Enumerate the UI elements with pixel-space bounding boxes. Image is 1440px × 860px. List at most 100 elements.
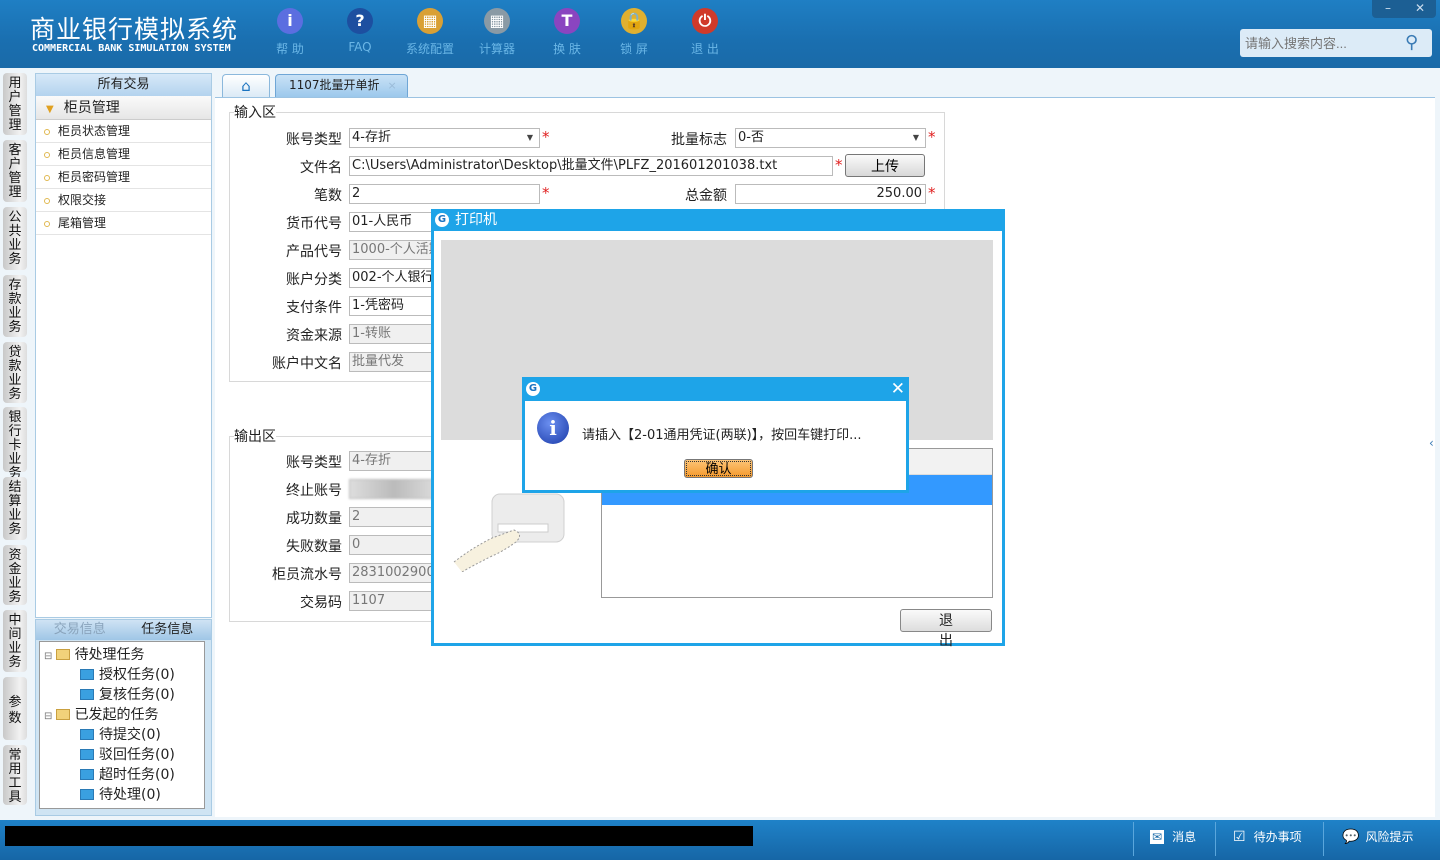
speech-bubble-icon: 💬 bbox=[1342, 829, 1360, 845]
todo-button[interactable]: ☑ 待办事项 bbox=[1233, 828, 1302, 845]
count-input[interactable]: 2 bbox=[349, 184, 540, 204]
collapse-icon[interactable]: ⊟ bbox=[44, 651, 56, 662]
side-tab-9[interactable]: 参数 bbox=[3, 677, 27, 740]
side-tab-10[interactable]: 常用工具 bbox=[3, 745, 27, 805]
group-teller-mgmt[interactable]: ▼ 柜员管理 bbox=[36, 96, 211, 120]
side-tab-0[interactable]: 用户管理 bbox=[3, 73, 27, 135]
field-label: 账户中文名 bbox=[272, 356, 342, 372]
tree-item[interactable]: 授权任务(0) bbox=[80, 664, 175, 684]
side-tab-4[interactable]: 贷款业务 bbox=[3, 342, 27, 403]
close-button[interactable]: ✕ bbox=[1404, 0, 1436, 18]
search-icon[interactable]: ⚲ bbox=[1405, 32, 1418, 53]
minimize-button[interactable]: – bbox=[1372, 0, 1404, 18]
toolbar-shirt-button[interactable]: T 换 肤 bbox=[537, 8, 597, 57]
tab-home[interactable]: ⌂ bbox=[222, 74, 270, 97]
tab-transaction-info[interactable]: 交易信息 bbox=[36, 620, 124, 640]
output-field[interactable]: 1107 bbox=[349, 591, 439, 611]
dropdown-arrow-icon[interactable]: ▼ bbox=[913, 129, 919, 147]
tree-item[interactable]: 驳回任务(0) bbox=[80, 744, 175, 764]
tree-item-label: 驳回任务(0) bbox=[99, 747, 175, 763]
info-icon: i bbox=[537, 412, 569, 444]
menu-item[interactable]: 柜员密码管理 bbox=[36, 166, 211, 189]
status-message-area bbox=[5, 826, 753, 846]
field-value: 批量代发 bbox=[352, 354, 405, 369]
search-input[interactable] bbox=[1240, 29, 1432, 57]
batch-flag-select[interactable]: 0-否 ▼ bbox=[735, 128, 926, 148]
expand-arrow-icon[interactable]: ‹ bbox=[1429, 436, 1434, 450]
side-tab-3[interactable]: 存款业务 bbox=[3, 275, 27, 337]
account-name-input[interactable]: 批量代发 bbox=[349, 352, 439, 372]
alert-title-bar: G ✕ bbox=[522, 377, 909, 401]
menu-item[interactable]: 柜员状态管理 bbox=[36, 120, 211, 143]
power-icon: ⏻ bbox=[692, 8, 718, 34]
tab-batch-open[interactable]: 1107批量开单折 × bbox=[275, 74, 408, 97]
side-tab-8[interactable]: 中间业务 bbox=[3, 610, 27, 672]
toolbar-lock-button[interactable]: 🔒 锁 屏 bbox=[604, 8, 664, 57]
menu-item[interactable]: 尾箱管理 bbox=[36, 212, 211, 235]
dropdown-arrow-icon[interactable]: ▼ bbox=[527, 129, 533, 147]
field-label: 终止账号 bbox=[286, 483, 342, 499]
side-tab-6[interactable]: 结算业务 bbox=[3, 477, 27, 540]
tree-item[interactable]: 复核任务(0) bbox=[80, 684, 175, 704]
tree-item[interactable]: 待提交(0) bbox=[80, 724, 161, 744]
home-icon: ⌂ bbox=[241, 77, 251, 95]
field-label: 笔数 bbox=[314, 188, 342, 204]
app-logo-icon: G bbox=[526, 382, 540, 396]
field-value: 4-存折 bbox=[352, 130, 391, 145]
toolbar-label: 换 肤 bbox=[553, 42, 581, 56]
required-marker: * bbox=[928, 128, 936, 146]
file-name-input[interactable]: C:\Users\Administrator\Desktop\批量文件\PLFZ… bbox=[349, 156, 833, 176]
account-class-select[interactable]: 002-个人银行 bbox=[349, 268, 439, 288]
tree-item[interactable]: 待处理(0) bbox=[80, 784, 161, 804]
tab-task-info[interactable]: 任务信息 bbox=[124, 620, 212, 640]
output-field[interactable] bbox=[349, 479, 439, 499]
exit-button[interactable]: 退 出 bbox=[900, 609, 992, 649]
menu-item[interactable]: 柜员信息管理 bbox=[36, 143, 211, 166]
header: 商业银行模拟系统 COMMERCIAL BANK SIMULATION SYST… bbox=[0, 0, 1440, 68]
output-field[interactable]: 0 bbox=[349, 535, 439, 555]
total-amount-input[interactable]: 250.00 bbox=[735, 184, 926, 204]
tree-folder[interactable]: ⊟ 已发起的任务 bbox=[44, 704, 159, 724]
required-marker: * bbox=[542, 128, 550, 146]
field-value: 002-个人银行 bbox=[352, 270, 434, 285]
messages-button[interactable]: ✉ 消息 bbox=[1150, 828, 1196, 845]
confirm-button[interactable]: 确认 bbox=[684, 459, 753, 478]
side-tab-2[interactable]: 公共业务 bbox=[3, 207, 27, 270]
field-value: 1-凭密码 bbox=[352, 298, 404, 313]
output-field[interactable]: 4-存折 bbox=[349, 451, 439, 471]
menu-item[interactable]: 权限交接 bbox=[36, 189, 211, 212]
divider bbox=[1133, 822, 1134, 856]
side-tab-1[interactable]: 客户管理 bbox=[3, 140, 27, 202]
risk-button[interactable]: 💬 风险提示 bbox=[1342, 828, 1413, 845]
bullet-icon bbox=[44, 221, 50, 227]
output-field[interactable]: 283100290000 bbox=[349, 563, 439, 583]
toolbar-question-button[interactable]: ? FAQ bbox=[330, 8, 390, 54]
folder-icon bbox=[55, 709, 70, 720]
account-type-select[interactable]: 4-存折 ▼ bbox=[349, 128, 540, 148]
app-title: 商业银行模拟系统 bbox=[30, 15, 239, 44]
alert-close-button[interactable]: ✕ bbox=[891, 379, 905, 399]
currency-select[interactable]: 01-人民币 bbox=[349, 212, 439, 232]
tree-item-label: 待处理(0) bbox=[99, 787, 161, 803]
side-tab-7[interactable]: 资金业务 bbox=[3, 545, 27, 605]
toolbar-toolbox-button[interactable]: ▦ 系统配置 bbox=[400, 8, 460, 57]
product-code-input[interactable]: 1000-个人活期 bbox=[349, 240, 439, 260]
toolbar-info-button[interactable]: i 帮 助 bbox=[260, 8, 320, 57]
field-label: 批量标志 bbox=[671, 132, 727, 148]
toolbar-power-button[interactable]: ⏻ 退 出 bbox=[675, 8, 735, 57]
tab-close-icon[interactable]: × bbox=[388, 79, 397, 92]
printer-title-bar: G 打印机 bbox=[431, 209, 1005, 231]
required-marker: * bbox=[928, 184, 936, 202]
tree-folder-label: 待处理任务 bbox=[74, 647, 145, 663]
toolbar-calculator-button[interactable]: ▦ 计算器 bbox=[467, 8, 527, 57]
upload-button[interactable]: 上传 bbox=[845, 154, 925, 177]
collapse-icon[interactable]: ⊟ bbox=[44, 711, 56, 722]
fund-source-input[interactable]: 1-转账 bbox=[349, 324, 439, 344]
output-field[interactable]: 2 bbox=[349, 507, 439, 527]
printer-illustration-icon bbox=[453, 493, 565, 572]
tree-item[interactable]: 超时任务(0) bbox=[80, 764, 175, 784]
payment-condition-select[interactable]: 1-凭密码 bbox=[349, 296, 439, 316]
tree-folder[interactable]: ⊟ 待处理任务 bbox=[44, 644, 145, 664]
side-tab-5[interactable]: 银行卡业务 bbox=[3, 407, 27, 481]
field-label: 成功数量 bbox=[286, 511, 342, 527]
